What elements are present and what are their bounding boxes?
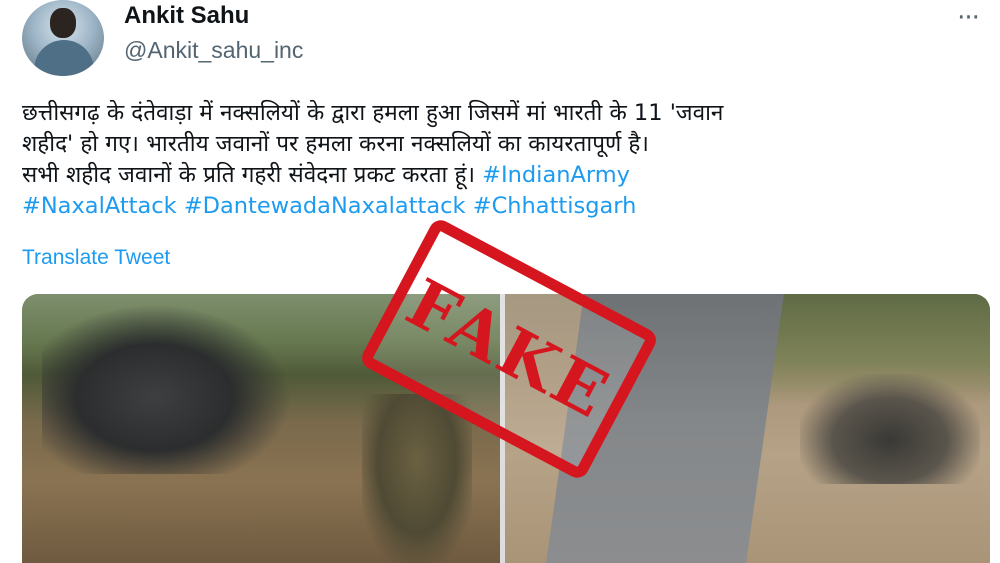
tweet-text-line: छत्तीसगढ़ के दंतेवाड़ा में नक्सलियों के … bbox=[22, 100, 724, 126]
hashtag-link[interactable]: #DantewadaNaxalattack bbox=[184, 193, 466, 219]
hashtag-link[interactable]: #NaxalAttack bbox=[22, 193, 177, 219]
tweet-text-segment: सभी शहीद जवानों के प्रति गहरी संवेदना प्… bbox=[22, 162, 475, 188]
author-avatar[interactable] bbox=[22, 0, 104, 76]
tweet-text-line: #NaxalAttack #DantewadaNaxalattack #Chha… bbox=[22, 191, 972, 222]
tweet-text: छत्तीसगढ़ के दंतेवाड़ा में नक्सलियों के … bbox=[22, 98, 972, 222]
author-name[interactable]: Ankit Sahu bbox=[124, 2, 249, 30]
author-handle[interactable]: @Ankit_sahu_inc bbox=[124, 37, 303, 64]
avatar-head-shape bbox=[50, 8, 76, 38]
tweet-text-line: शहीद' हो गए। भारतीय जवानों पर हमला करना … bbox=[22, 131, 649, 157]
translate-tweet-link[interactable]: Translate Tweet bbox=[22, 246, 170, 270]
debris-shape bbox=[800, 374, 980, 484]
hashtag-link[interactable]: #IndianArmy bbox=[482, 162, 630, 188]
avatar-body-shape bbox=[34, 40, 94, 76]
wrecked-vehicle-shape bbox=[42, 304, 292, 474]
tweet-text-line: सभी शहीद जवानों के प्रति गहरी संवेदना प्… bbox=[22, 160, 972, 191]
soldier-figure-shape bbox=[362, 394, 472, 563]
more-options-icon[interactable]: ··· bbox=[948, 3, 988, 33]
hashtag-link[interactable]: #Chhattisgarh bbox=[473, 193, 637, 219]
